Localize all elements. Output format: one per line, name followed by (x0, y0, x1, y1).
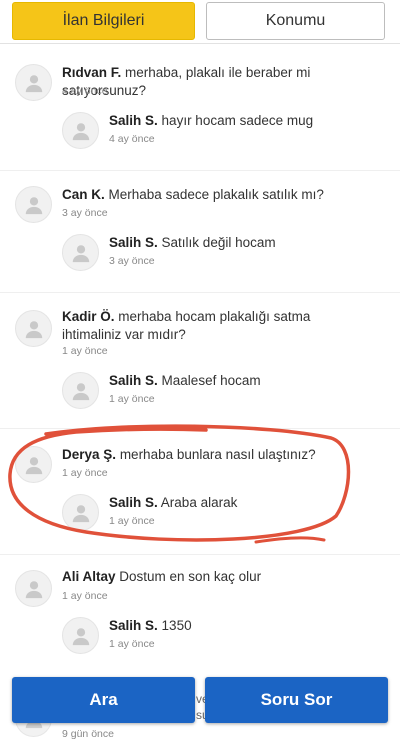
answer-time: 1 ay önce (109, 393, 155, 405)
answer-time: 1 ay önce (109, 515, 155, 527)
question-body: Dostum en son kaç olur (119, 569, 262, 584)
answer-body: Satılık değil hocam (161, 235, 276, 250)
tab-listing-info[interactable]: İlan Bilgileri (12, 2, 195, 40)
user-avatar-icon (15, 310, 52, 347)
question-text: Can K. Merhaba sadece plakalık satılık m… (62, 186, 370, 204)
answer-time: 4 ay önce (109, 133, 155, 145)
question-thread: Ali Altay Dostum en son kaç olur 1 ay ön… (0, 568, 400, 678)
question-time: 1 ay önce (62, 590, 108, 602)
question-author: Ali Altay (62, 569, 116, 584)
question-text: Rıdvan F. merhaba, plakalı ile beraber m… (62, 64, 370, 100)
divider (0, 428, 400, 429)
user-avatar-icon (15, 446, 52, 483)
answer-author: Salih S. (109, 113, 158, 128)
question-author: Derya Ş. (62, 447, 117, 462)
divider (0, 554, 400, 555)
question-thread: Rıdvan F. merhaba, plakalı ile beraber m… (0, 62, 400, 172)
user-avatar-icon (15, 186, 52, 223)
user-avatar-icon (62, 617, 99, 654)
answer-author: Salih S. (109, 618, 158, 633)
answer-author: Salih S. (109, 235, 158, 250)
question-body: merhaba bunlara nasıl ulaştınız? (119, 447, 316, 462)
question-thread: Can K. Merhaba sadece plakalık satılık m… (0, 184, 400, 294)
answer-text: Salih S. Maalesef hocam (109, 372, 380, 390)
question-thread: Derya Ş. merhaba bunlara nasıl ulaştınız… (0, 444, 400, 554)
question-body: Merhaba sadece plakalık satılık mı? (108, 187, 324, 202)
question-text: Kadir Ö. merhaba hocam plakalığı satma i… (62, 308, 370, 344)
answer-text: Salih S. 1350 (109, 617, 380, 635)
question-text: Derya Ş. merhaba bunlara nasıl ulaştınız… (62, 446, 370, 464)
user-avatar-icon (62, 372, 99, 409)
answer-body: 1350 (161, 618, 192, 633)
question-time: 1 ay önce (62, 467, 108, 479)
user-avatar-icon (15, 570, 52, 607)
answer-author: Salih S. (109, 373, 158, 388)
user-avatar-icon (15, 64, 52, 101)
tab-location[interactable]: Konumu (206, 2, 385, 40)
answer-body: hayır hocam sadece mug (161, 113, 314, 128)
question-text: Ali Altay Dostum en son kaç olur (62, 568, 370, 586)
divider (0, 292, 400, 293)
question-author: Rıdvan F. (62, 65, 122, 80)
tab-bar: İlan Bilgileri Konumu (0, 0, 400, 44)
answer-text: Salih S. hayır hocam sadece mug (109, 112, 380, 130)
question-time: 3 ay önce (62, 207, 108, 219)
question-time: 1 ay önce (62, 345, 108, 357)
question-thread: Kadir Ö. merhaba hocam plakalığı satma i… (0, 308, 400, 428)
answer-time: 1 ay önce (109, 638, 155, 650)
question-author: Can K. (62, 187, 105, 202)
action-bar: Ara Soru Sor (0, 673, 400, 749)
question-time: 4 ay önce (62, 85, 108, 97)
question-author: Kadir Ö. (62, 309, 115, 324)
divider (0, 170, 400, 171)
answer-text: Salih S. Araba alarak (109, 494, 380, 512)
answer-body: Araba alarak (160, 495, 238, 510)
user-avatar-icon (62, 112, 99, 149)
user-avatar-icon (62, 494, 99, 531)
answer-time: 3 ay önce (109, 255, 155, 267)
answer-author: Salih S. (109, 495, 158, 510)
ask-question-button[interactable]: Soru Sor (205, 677, 388, 723)
call-button[interactable]: Ara (12, 677, 195, 723)
user-avatar-icon (62, 234, 99, 271)
answer-text: Salih S. Satılık değil hocam (109, 234, 380, 252)
answer-body: Maalesef hocam (161, 373, 261, 388)
